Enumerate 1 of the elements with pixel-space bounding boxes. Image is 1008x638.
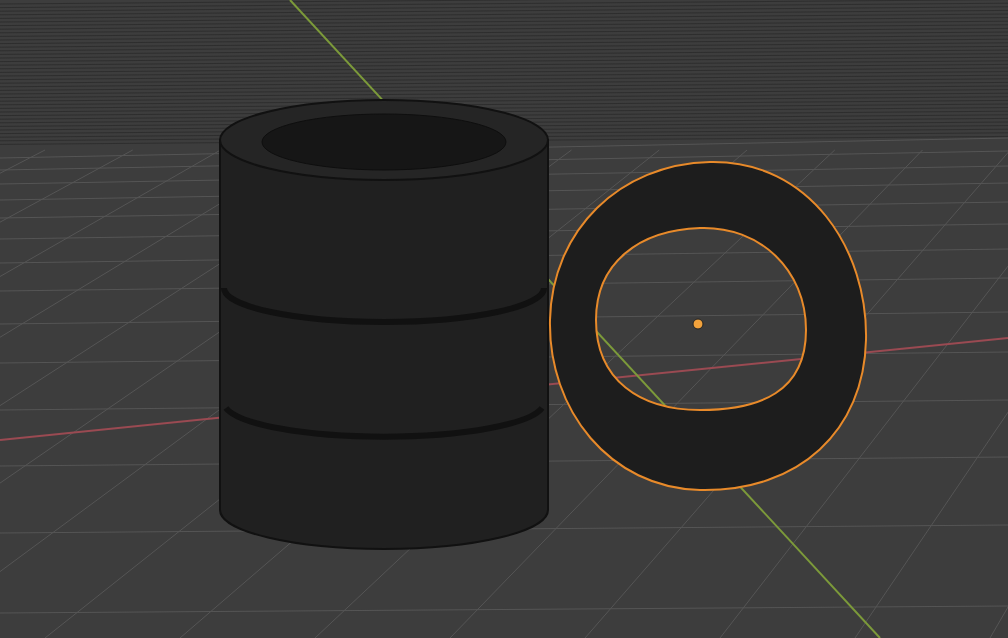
- origin-point-icon: [692, 318, 704, 330]
